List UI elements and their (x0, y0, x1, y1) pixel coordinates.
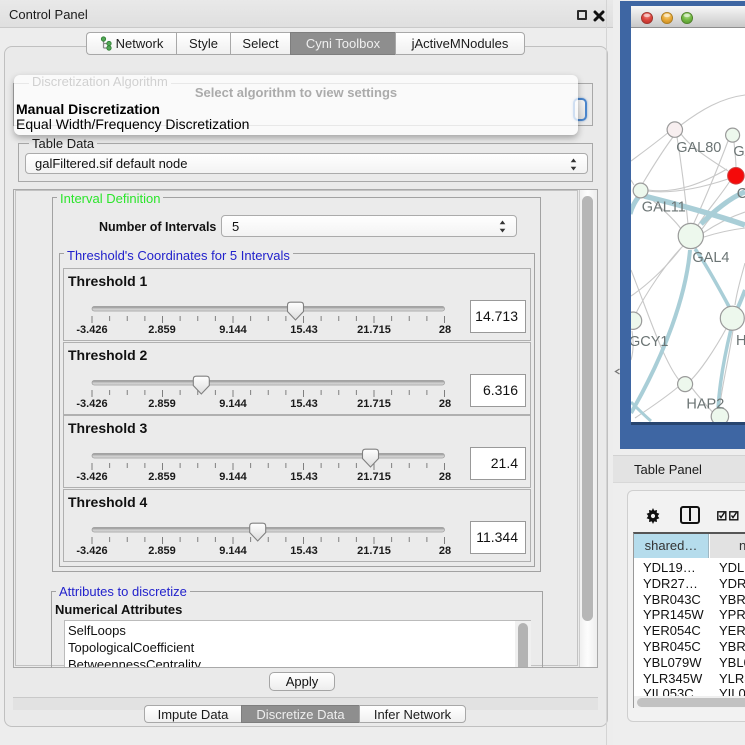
svg-text:HAP2: HAP2 (686, 397, 724, 413)
svg-text:GCY1: GCY1 (631, 334, 669, 350)
svg-text:GA: GA (733, 144, 745, 160)
svg-text:GAL11: GAL11 (642, 200, 686, 216)
svg-text:C: C (737, 186, 745, 202)
svg-text:H: H (736, 333, 745, 349)
svg-text:GAL80: GAL80 (676, 140, 721, 156)
svg-text:GAL4: GAL4 (692, 250, 729, 266)
